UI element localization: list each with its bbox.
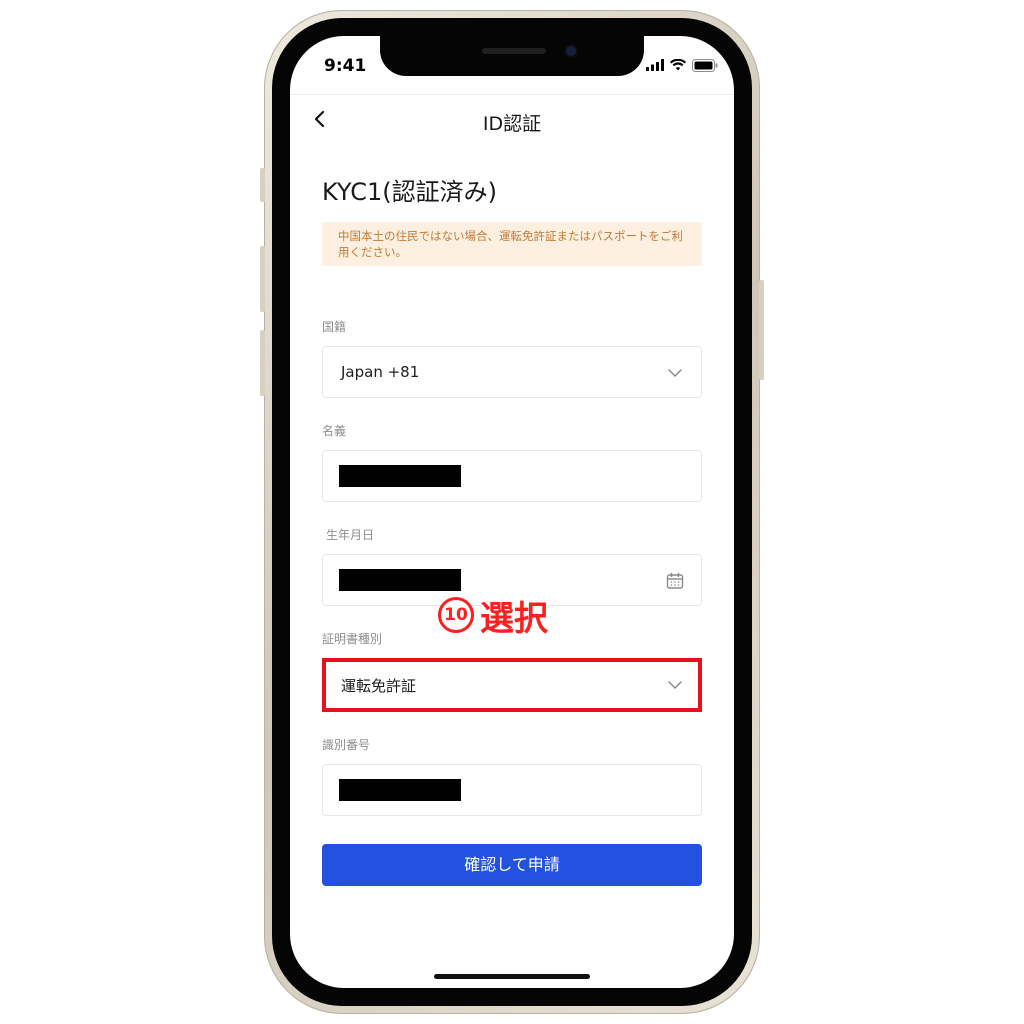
redacted-birthdate — [339, 569, 461, 591]
notch — [380, 36, 644, 76]
id-number-field[interactable] — [322, 764, 702, 816]
chevron-down-icon — [668, 369, 682, 377]
ringer-switch — [260, 168, 265, 202]
document-type-label: 証明書種別 — [322, 632, 383, 646]
front-camera — [564, 44, 578, 58]
battery-icon — [692, 58, 718, 72]
power-button — [759, 280, 764, 380]
id-number-label: 識別番号 — [322, 738, 371, 752]
volume-down-button — [260, 330, 265, 396]
volume-up-button — [260, 246, 265, 312]
calendar-icon[interactable] — [665, 571, 685, 591]
submit-button[interactable]: 確認して申請 — [322, 844, 702, 886]
nav-title: ID認証 — [482, 113, 542, 135]
speaker — [482, 48, 546, 54]
highlight-box — [322, 658, 702, 712]
nationality-label: 国籍 — [322, 320, 347, 334]
page-title: KYC1(認証済み) — [322, 178, 497, 206]
phone-screen: 9:41 ID認証 KYC1(認証済み) 中国本土の住民ではない場合、運転免許証… — [290, 36, 734, 988]
home-indicator — [434, 974, 590, 979]
wifi-icon — [670, 59, 686, 71]
notice-banner: 中国本土の住民ではない場合、運転免許証またはパスポートをご利用ください。 — [322, 222, 702, 266]
redacted-id-number — [339, 779, 461, 801]
navigation-bar: ID認証 — [290, 94, 734, 145]
signal-icon — [646, 59, 664, 71]
name-label: 名義 — [322, 424, 347, 438]
name-field[interactable] — [322, 450, 702, 502]
nationality-select[interactable]: Japan +81 — [322, 346, 702, 398]
step-number: 10 — [438, 597, 474, 633]
status-icons — [646, 58, 718, 72]
step-annotation: 10 選択 — [438, 594, 548, 639]
birthdate-label: 生年月日 — [326, 528, 375, 542]
nationality-value: Japan +81 — [341, 363, 420, 381]
redacted-name — [339, 465, 461, 487]
step-text: 選択 — [480, 598, 548, 639]
status-time: 9:41 — [324, 56, 367, 76]
